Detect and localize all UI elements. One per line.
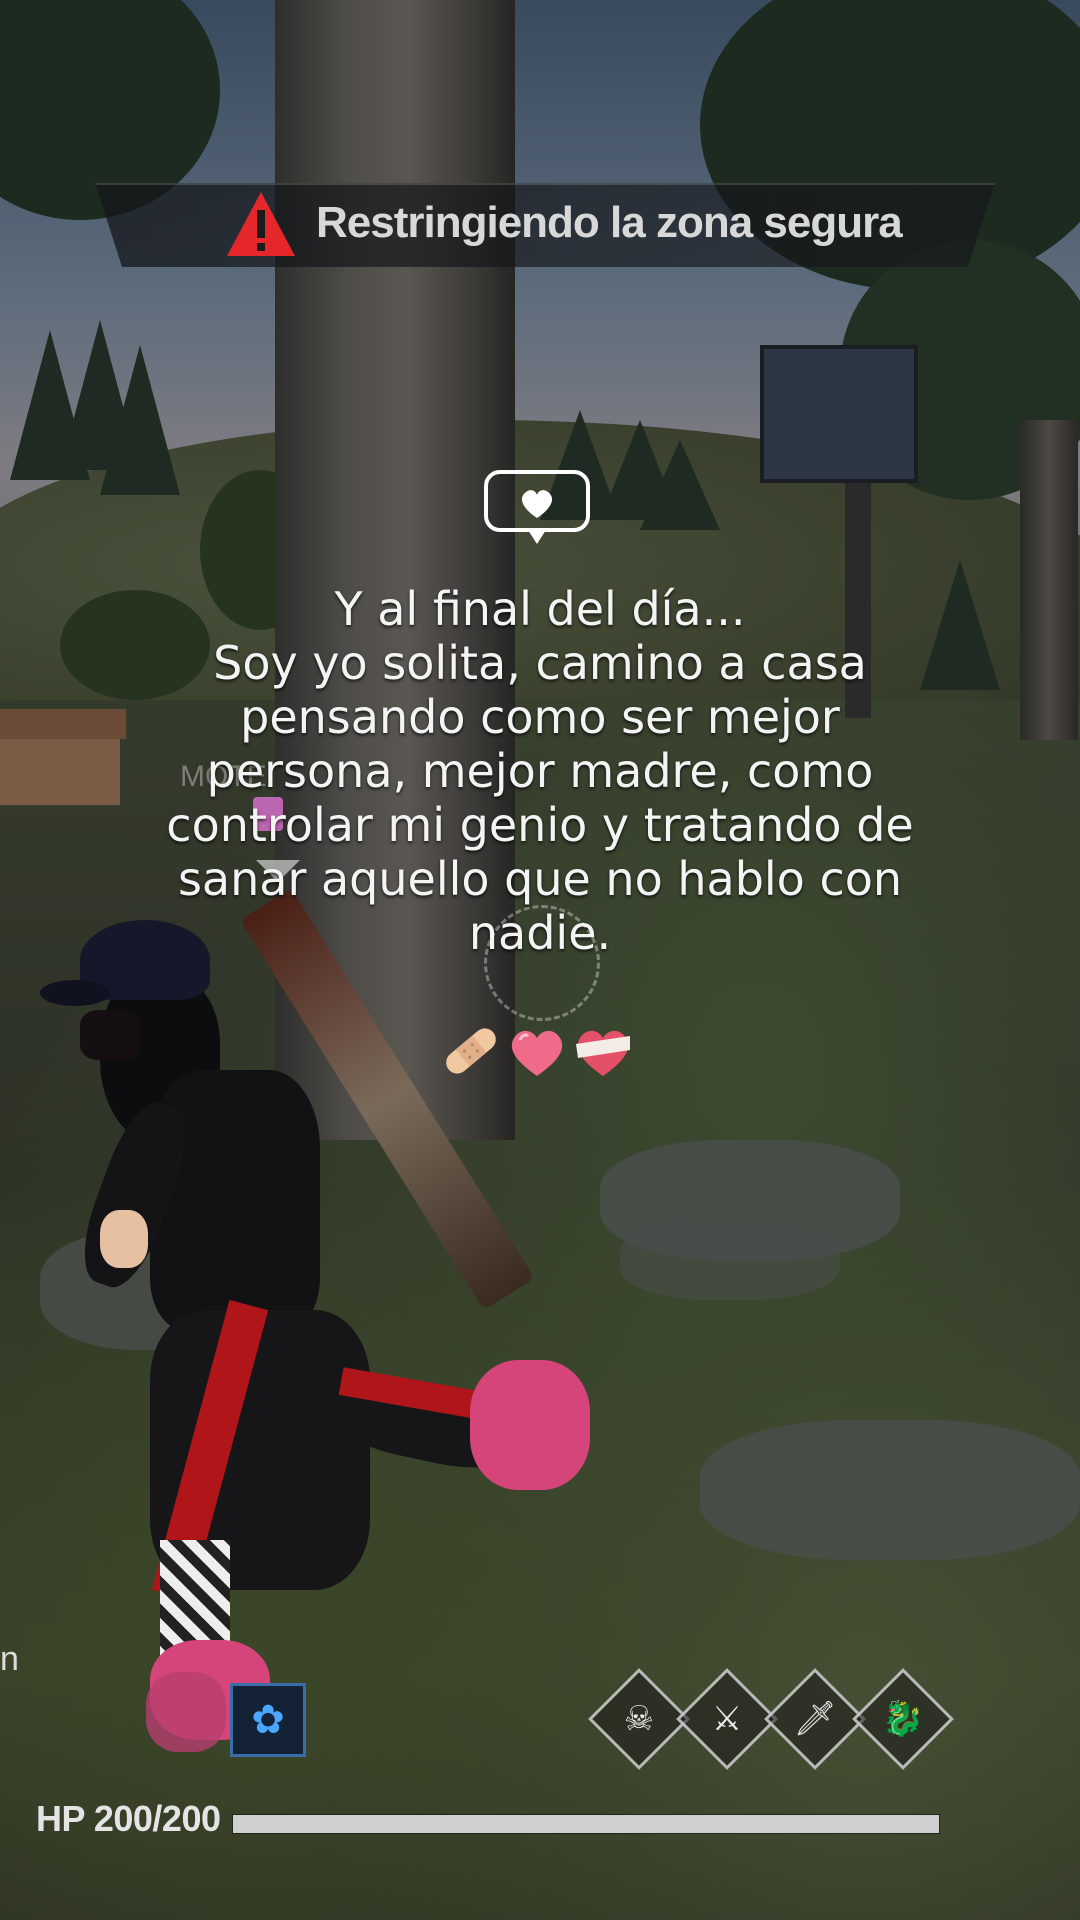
tree-trunk	[1020, 420, 1078, 740]
caption-line: controlar mi genio y tratando de	[166, 798, 914, 852]
bandaged-heart-emoji	[576, 1030, 630, 1076]
crosshair-icon	[484, 905, 600, 1021]
caption-line: sanar aquello que no hablo con	[177, 852, 903, 906]
crossed-weapons-skill-icon: ⚔	[711, 1699, 743, 1739]
zone-warning-text: Restringiendo la zona segura	[316, 198, 903, 247]
dragon-skill-icon: 🐉	[881, 1699, 925, 1739]
pine-tree	[100, 345, 180, 495]
hp-bar-fill	[233, 1815, 939, 1833]
skill-slot-dragon[interactable]: 🐉	[852, 1668, 954, 1770]
left-edge-text: n	[0, 1640, 19, 1678]
heart-chat-bubble-icon	[484, 470, 590, 544]
caption-text: Y al final del día... Soy yo solita, cam…	[130, 582, 950, 960]
skill-slot-dagger[interactable]: 🗡	[764, 1668, 866, 1770]
ability-slot-button[interactable]: ✿	[230, 1683, 306, 1757]
skill-bar: ☠ ⚔ 🗡 🐉	[588, 1668, 954, 1770]
dagger-skill-icon: 🗡	[793, 1699, 837, 1739]
warning-triangle-icon	[227, 192, 295, 256]
rock	[700, 1420, 1080, 1560]
caption-line: persona, mejor madre, como	[206, 744, 874, 798]
house	[0, 709, 126, 805]
emoji-row	[440, 1020, 634, 1090]
hp-label: HP 200/200	[36, 1798, 221, 1839]
pet-badge[interactable]	[146, 1672, 226, 1752]
pink-heart-emoji	[511, 1030, 563, 1076]
rock	[620, 1220, 840, 1300]
skill-slot-crossed-weapons[interactable]: ⚔	[676, 1668, 778, 1770]
pink-shoe	[470, 1360, 590, 1490]
skull-skill-icon: ☠	[623, 1699, 655, 1739]
caption-line: Y al final del día...	[334, 582, 746, 636]
hp-bar	[232, 1814, 940, 1834]
adhesive-bandage-emoji	[446, 1028, 496, 1074]
billboard	[760, 345, 918, 483]
ability-icon: ✿	[251, 1697, 285, 1743]
caption-line: pensando como ser mejor	[240, 690, 840, 744]
skill-slot-skull[interactable]: ☠	[588, 1668, 690, 1770]
caption-line: Soy yo solita, camino a casa	[213, 636, 867, 690]
pine-tree	[640, 440, 720, 530]
